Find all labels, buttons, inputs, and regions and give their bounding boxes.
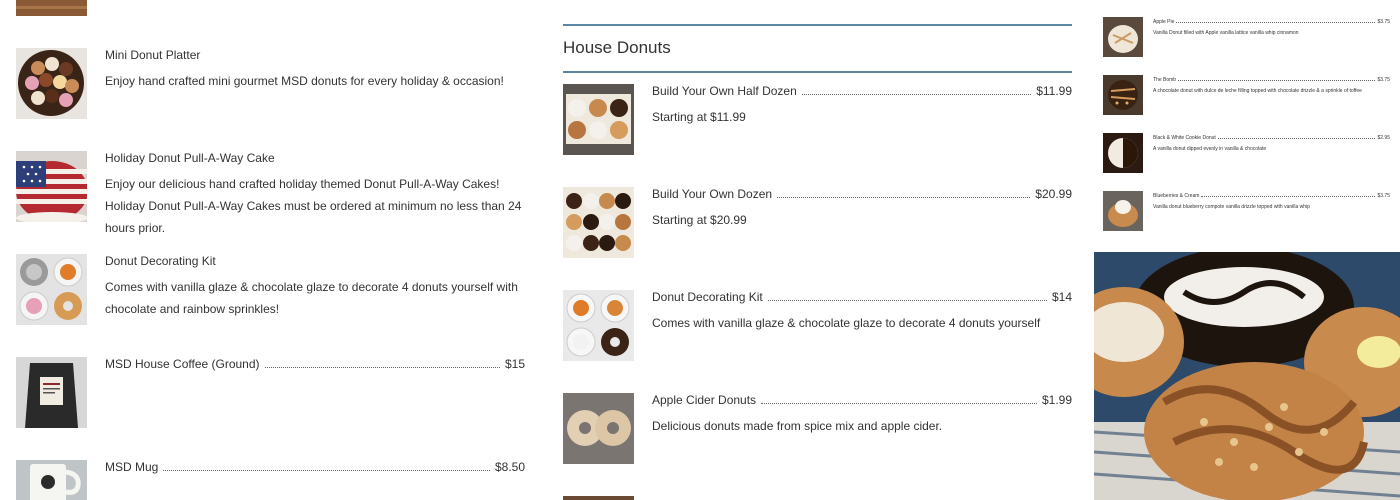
dotted-leader — [264, 357, 500, 368]
item-name[interactable]: Blueberries & Cream — [1153, 193, 1199, 200]
item-description: A chocolate donut with dulce de leche fi… — [1153, 88, 1362, 94]
item-name[interactable]: Black & White Cookie Donut — [1153, 135, 1216, 142]
menu-item[interactable]: MSD Mug $8.50 — [16, 460, 525, 500]
item-price: $8.50 — [494, 460, 525, 474]
menu-item-partial[interactable] — [563, 496, 1072, 500]
section-rule-top — [563, 24, 1072, 26]
menu-item[interactable]: MSD House Coffee (Ground) $15 — [16, 357, 525, 428]
section-title: House Donuts — [563, 38, 671, 57]
menu-item[interactable]: Mini Donut Platter Enjoy hand crafted mi… — [16, 48, 525, 119]
dotted-leader — [1176, 17, 1376, 23]
apple-pie-donut-photo[interactable] — [1103, 17, 1143, 57]
menu-item[interactable]: Holiday Donut Pull-A-Way Cake Enjoy our … — [16, 151, 525, 235]
item-price: $14 — [1051, 290, 1072, 304]
dotted-leader — [801, 84, 1032, 95]
item-name[interactable]: Holiday Donut Pull-A-Way Cake — [105, 151, 275, 166]
dotted-leader — [1217, 133, 1376, 139]
item-description: Vanilla Donut filled with Apple vanilla … — [1153, 30, 1299, 36]
dotted-leader — [1201, 191, 1376, 197]
donut-decorating-kit-photo[interactable] — [16, 254, 87, 325]
item-price: $11.99 — [1036, 84, 1072, 98]
item-name[interactable]: Build Your Own Dozen — [652, 187, 772, 202]
menu-item[interactable]: Blueberries & Cream $3.75 Vanilla donut … — [1103, 191, 1390, 231]
dozen-box-photo[interactable] — [563, 187, 634, 258]
item-name[interactable]: MSD Mug — [105, 460, 158, 475]
item-name[interactable]: Mini Donut Platter — [105, 48, 200, 63]
half-dozen-box-photo[interactable] — [563, 84, 634, 155]
section-rule-bottom — [563, 71, 1072, 73]
dotted-leader — [163, 460, 490, 471]
item-description: Comes with vanilla glaze & chocolate gla… — [652, 316, 1041, 330]
item-price: $3.75 — [1377, 77, 1390, 83]
item-name[interactable]: Donut Decorating Kit — [105, 254, 216, 269]
item-description: Starting at $20.99 — [652, 213, 747, 227]
item-name[interactable]: The Bomb — [1153, 77, 1176, 84]
item-name[interactable]: Apple Cider Donuts — [652, 393, 756, 408]
menu-item[interactable]: Donut Decorating Kit $14 Comes with vani… — [563, 290, 1072, 361]
mini-donut-platter-photo[interactable] — [16, 48, 87, 119]
msd-mug-photo[interactable] — [16, 460, 87, 500]
menu-item[interactable]: The Bomb $3.75 A chocolate donut with du… — [1103, 75, 1390, 115]
dotted-leader — [761, 393, 1037, 404]
partial-item-photo[interactable] — [563, 496, 634, 500]
dotted-leader — [767, 290, 1047, 301]
item-name[interactable]: Donut Decorating Kit — [652, 290, 763, 305]
menu-item[interactable]: Apple Pie $3.75 Vanilla Donut filled wit… — [1103, 17, 1390, 57]
item-price: $15 — [504, 357, 525, 371]
item-description: Enjoy hand crafted mini gourmet MSD donu… — [105, 74, 504, 88]
item-price: $1.99 — [1041, 393, 1072, 407]
item-description: Comes with vanilla glaze & chocolate gla… — [105, 280, 518, 316]
item-description: Vanilla donut blueberry compote vanilla … — [1153, 204, 1310, 210]
item-description: Delicious donuts made from spice mix and… — [652, 419, 943, 433]
menu-item[interactable]: Black & White Cookie Donut $2.95 A vanil… — [1103, 133, 1390, 173]
item-description: A vanilla donut dipped evenly in vanilla… — [1153, 146, 1267, 152]
item-name[interactable]: Build Your Own Half Dozen — [652, 84, 797, 99]
menu-item[interactable]: Build Your Own Half Dozen $11.99 Startin… — [563, 84, 1072, 155]
dotted-leader — [777, 187, 1031, 198]
item-name[interactable]: Apple Pie — [1153, 19, 1174, 26]
house-coffee-bag-photo[interactable] — [16, 357, 87, 428]
menu-item[interactable]: Apple Cider Donuts $1.99 Delicious donut… — [563, 393, 1072, 464]
item-price: $2.95 — [1377, 135, 1390, 141]
item-description: Starting at $11.99 — [652, 110, 746, 124]
item-description: Enjoy our delicious hand crafted holiday… — [105, 177, 522, 235]
holiday-pull-a-way-cake-photo[interactable] — [16, 151, 87, 222]
donut-hero-photo — [1094, 252, 1400, 500]
apple-cider-donuts-photo[interactable] — [563, 393, 634, 464]
menu-item[interactable]: Donut Decorating Kit Comes with vanilla … — [16, 254, 525, 325]
item-price: $3.75 — [1377, 193, 1390, 199]
blueberries-cream-donut-photo[interactable] — [1103, 191, 1143, 231]
partial-thumbnail[interactable] — [16, 0, 87, 16]
decorating-kit-photo[interactable] — [563, 290, 634, 361]
item-price: $3.75 — [1377, 19, 1390, 25]
black-white-cookie-donut-photo[interactable] — [1103, 133, 1143, 173]
dotted-leader — [1178, 75, 1376, 81]
item-name[interactable]: MSD House Coffee (Ground) — [105, 357, 260, 372]
the-bomb-donut-photo[interactable] — [1103, 75, 1143, 115]
menu-item[interactable]: Build Your Own Dozen $20.99 Starting at … — [563, 187, 1072, 258]
item-price: $20.99 — [1035, 187, 1072, 201]
